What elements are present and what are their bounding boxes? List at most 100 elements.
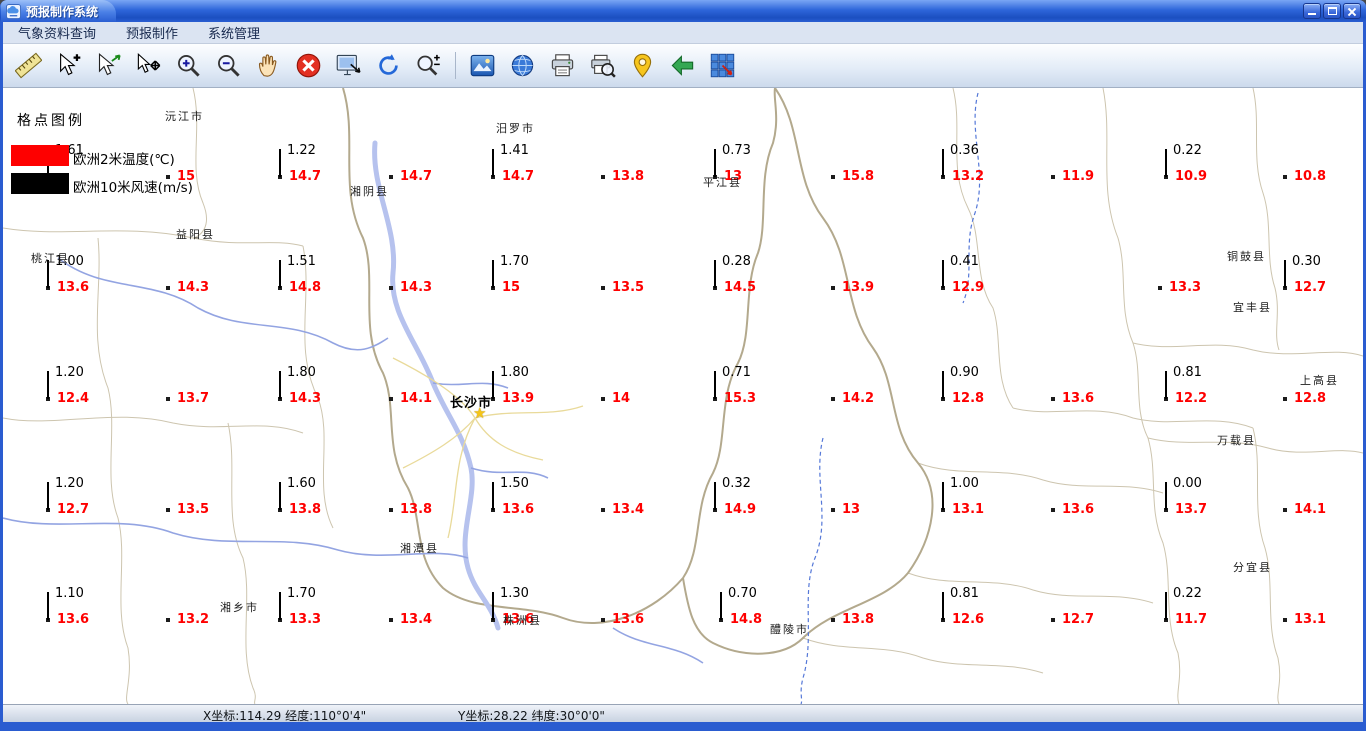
temperature-value: 13.2 [952,169,985,184]
wind-speed-value: 0.28 [722,254,751,269]
refresh-tool-button[interactable] [371,48,405,84]
menu-item-system-management[interactable]: 系统管理 [193,23,275,42]
temperature-value: 12.2 [1175,391,1208,406]
temperature-value: 13.8 [842,612,875,627]
menu-item-forecast-production[interactable]: 预报制作 [111,23,193,42]
zoom-out-tool-button[interactable] [211,48,245,84]
temperature-value: 13.2 [177,612,210,627]
wind-barb-icon [492,592,494,620]
wind-speed-value: 1.10 [55,586,84,601]
temperature-value: 13.6 [1062,502,1095,517]
temperature-value: 13.7 [1175,502,1208,517]
temperature-value: 13.6 [1062,391,1095,406]
wind-barb-icon [47,592,49,620]
minimize-button[interactable] [1303,3,1321,19]
wind-barb-icon [492,371,494,399]
temperature-value: 14.3 [177,280,210,295]
nav-select-tool-icon [98,53,121,76]
wind-barb-icon [714,260,716,288]
snapshot-tool-button[interactable] [331,48,365,84]
temperature-value: 13.6 [612,612,645,627]
temperature-value: 14.7 [400,169,433,184]
city-star-icon: ★ [473,404,487,422]
map-canvas[interactable]: 沅江市 汨罗市 湘阴县 平江县 益阳县 桃江县 铜鼓县 宜丰县 上高县 万载县 长沙市 湘潭县 湘乡市株… [3,88,1363,704]
temperature-value: 13 [842,502,861,517]
grid-data-tool-button[interactable] [705,48,739,84]
temperature-value: 12.7 [1294,280,1327,295]
wind-barb-icon [1165,482,1167,510]
restore-button[interactable] [1323,3,1341,19]
temperature-value: 14.3 [289,391,322,406]
temperature-value: 12.8 [1294,391,1327,406]
print-preview-tool-button[interactable] [585,48,619,84]
titlebar[interactable]: 预报制作系统 [0,0,1366,22]
zoom-scale-tool-button[interactable] [411,48,445,84]
status-y-coordinate: Y坐标:28.22 纬度:30°0'0" [458,709,605,723]
zoom-in-tool-icon [177,55,200,77]
station-dot-icon [1051,508,1055,512]
map-label-county: 湘潭县 [400,542,439,555]
status-x-coordinate: X坐标:114.29 经度:110°0'4" [203,709,367,723]
station-dot-icon [831,508,835,512]
wind-speed-value: 0.00 [1173,476,1202,491]
wind-speed-value: 1.70 [287,586,316,601]
wind-barb-icon [714,371,716,399]
temperature-value: 13.5 [177,502,210,517]
station-dot-icon [601,286,605,290]
back-tool-button[interactable] [665,48,699,84]
map-label-county: 湘乡市 [220,601,259,614]
legend-label-0: 欧洲2米温度(℃) [73,152,175,168]
nav-select-tool-button[interactable] [91,48,125,84]
wind-barb-icon [1284,260,1286,288]
select-tool-icon [59,53,80,76]
station-dot-icon [1283,618,1287,622]
station-dot-icon [1158,286,1162,290]
station-dot-icon [1283,397,1287,401]
temperature-value: 13.8 [400,502,433,517]
export-image-tool-button[interactable] [465,48,499,84]
toolbar-separator [455,52,456,79]
measure-tool-icon [14,52,42,79]
temperature-value: 13.3 [289,612,322,627]
map-label-county: 桃江县 [31,252,70,265]
wind-speed-value: 0.73 [722,143,751,158]
globe-tool-button[interactable] [505,48,539,84]
print-tool-button[interactable] [545,48,579,84]
zoom-in-tool-button[interactable] [171,48,205,84]
map-label-county: 平江县 [703,176,742,189]
statusbar: X坐标:114.29 经度:110°0'4" Y坐标:28.22 纬度:30°0… [3,704,1363,723]
wind-speed-value: 0.22 [1173,143,1202,158]
measure-tool-button[interactable] [11,48,45,84]
station-dot-icon [389,397,393,401]
wind-speed-value: 1.80 [500,365,529,380]
station-dot-icon [1283,508,1287,512]
temperature-value: 15 [502,280,521,295]
cancel-tool-icon [296,53,320,78]
wind-barb-icon [1165,592,1167,620]
close-button[interactable] [1343,3,1361,19]
legend-label-1: 欧洲10米风速(m/s) [73,180,193,196]
station-dot-icon [389,286,393,290]
placemark-tool-button[interactable] [625,48,659,84]
temperature-value: 13.9 [842,280,875,295]
wind-speed-value: 1.41 [500,143,529,158]
temperature-value: 15.3 [724,391,757,406]
menu-item-weather-data-query[interactable]: 气象资料查询 [3,23,111,42]
pan-tool-button[interactable] [251,48,285,84]
select-tool-button[interactable] [51,48,85,84]
station-dot-icon [389,175,393,179]
wind-speed-value: 1.50 [500,476,529,491]
wind-barb-icon [492,482,494,510]
temperature-value: 13.4 [400,612,433,627]
temperature-value: 14.9 [724,502,757,517]
cancel-tool-button[interactable] [291,48,325,84]
temperature-value: 11.7 [1175,612,1208,627]
temperature-value: 13.9 [502,391,535,406]
temperature-value: 14.5 [724,280,757,295]
wind-barb-icon [942,592,944,620]
legend-title: 格点图例 [17,113,85,129]
move-tool-button[interactable] [131,48,165,84]
map-label-county: 分宜县 [1233,561,1272,574]
temperature-value: 13.8 [289,502,322,517]
wind-barb-icon [279,260,281,288]
